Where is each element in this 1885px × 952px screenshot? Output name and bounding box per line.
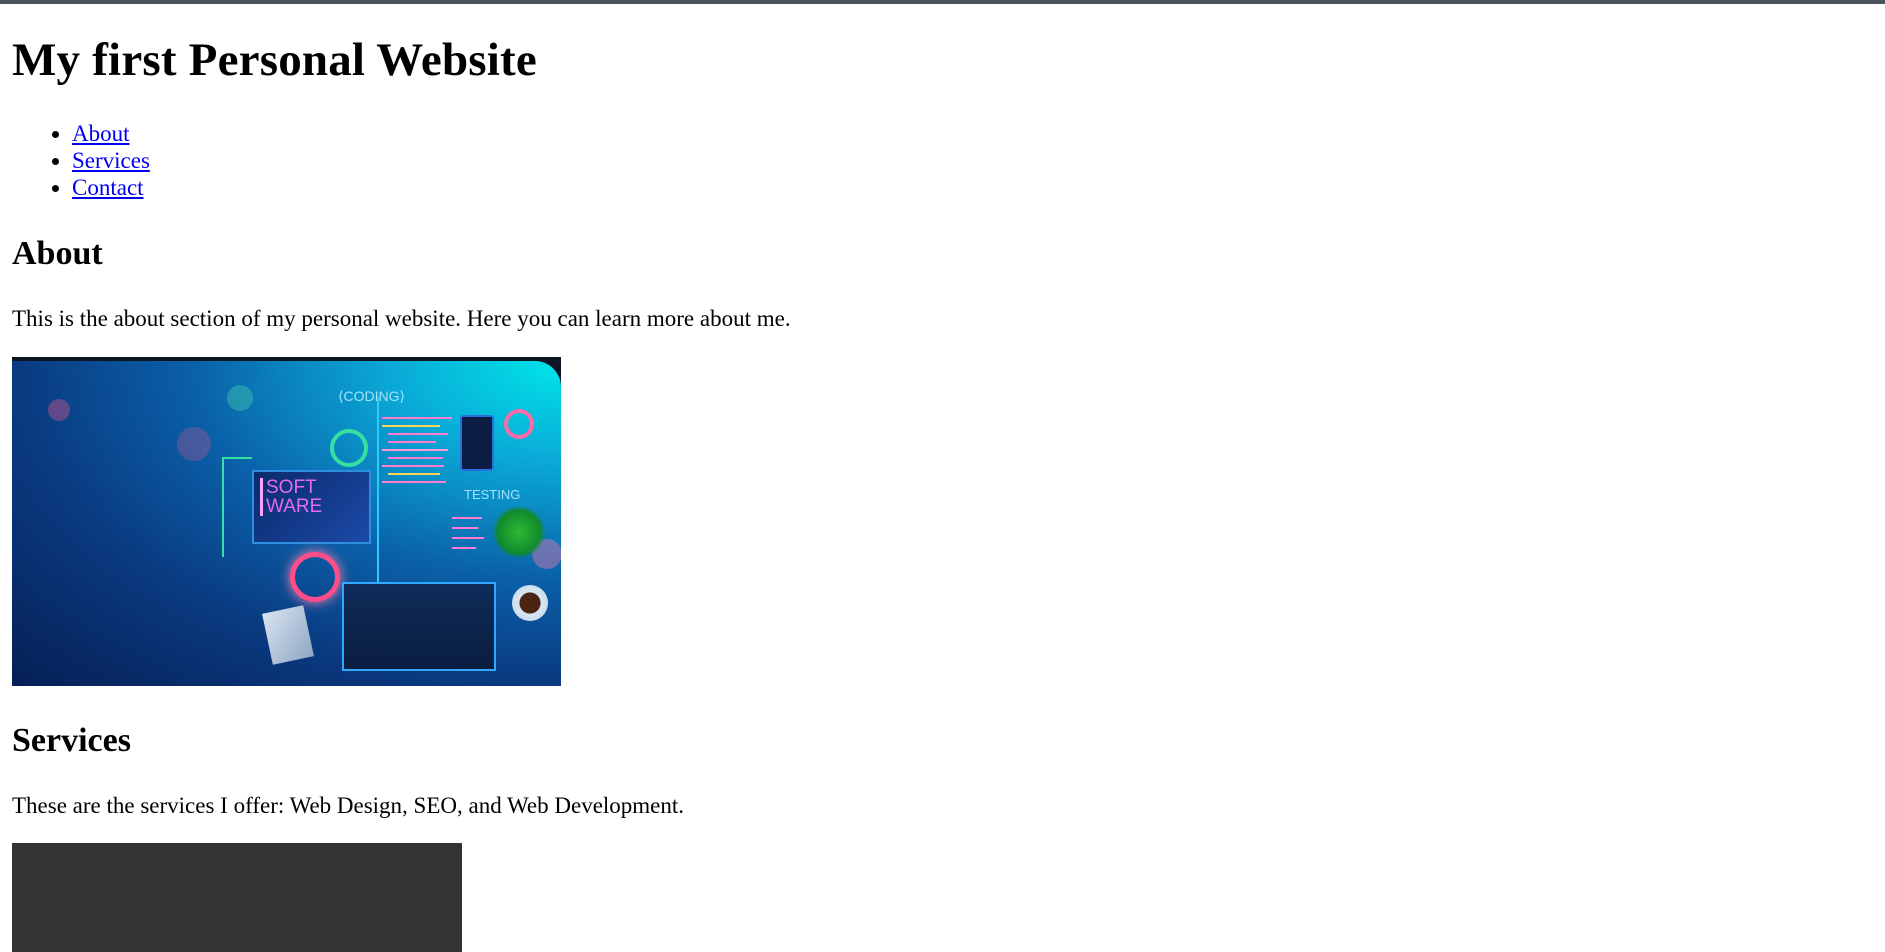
coding-label: ⟨CODING⟩ [338,388,405,404]
code-line [382,417,452,419]
code-line [388,473,440,475]
neon-ring [290,552,340,602]
services-image [12,843,462,952]
phone-illustration [460,415,494,471]
software-screen: SOFT WARE [252,470,371,544]
nav-item-services: Services [72,147,150,174]
bokeh-dot [227,385,253,411]
code-line [452,517,482,519]
plant-illustration [490,507,548,557]
services-heading: Services [12,722,131,759]
about-text: This is the about section of my personal… [12,306,791,331]
code-line [382,481,446,483]
code-line [452,537,484,539]
nav-link-contact[interactable]: Contact [72,175,144,200]
top-border [0,0,1885,4]
laptop-illustration [342,582,496,671]
code-line [382,425,440,427]
nav-list: About Services Contact [12,120,150,201]
nav-item-about: About [72,120,150,147]
code-line [382,465,444,467]
nav-item-contact: Contact [72,174,150,201]
circuit-line [222,457,252,459]
software-label-line1: SOFT [266,477,317,498]
code-line [388,433,448,435]
bokeh-dot [48,399,70,421]
bokeh-dot [177,427,211,461]
about-image: ⟨CODING⟩ TESTING SOFT WARE [12,357,561,686]
bokeh-ring [504,409,534,439]
coffee-cup-illustration [512,585,548,621]
services-text: These are the services I offer: Web Desi… [12,793,685,818]
testing-label: TESTING [464,487,521,502]
code-line [388,441,436,443]
nav-link-about[interactable]: About [72,121,130,146]
bokeh-ring [330,429,368,467]
circuit-line [222,457,224,557]
software-label-line2: WARE [266,496,323,517]
page-title: My first Personal Website [12,34,537,86]
code-line [388,457,443,459]
code-line [452,527,478,529]
about-heading: About [12,235,103,272]
code-line [382,449,448,451]
code-line [452,547,476,549]
nav-link-services[interactable]: Services [72,148,150,173]
